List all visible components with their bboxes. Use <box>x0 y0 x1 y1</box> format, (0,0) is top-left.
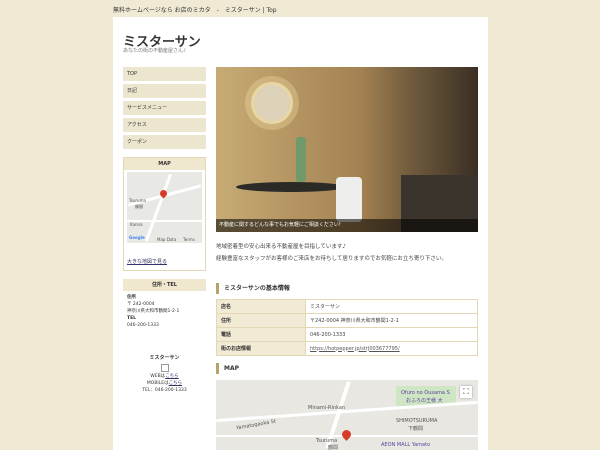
site-tagline: あなたの街の不動産屋さん♪ <box>123 48 187 54</box>
tel-text: 046-200-1333 <box>127 323 159 328</box>
map-label-shimotsuruma: SHIMOTSURUMA <box>396 418 438 424</box>
main-map-pin-icon <box>340 428 353 441</box>
basic-info-table: 店名 ミスターサン 住所 〒242-0004 神奈川県大和市鶴間1-2-1 電話… <box>216 299 478 356</box>
info-key-address: 住所 <box>216 313 306 328</box>
mobile-prefix: MOBILEは <box>146 380 169 386</box>
page-container: ミスターサン あなたの街の不動産屋さん♪ TOP 日記 サービスメニュー アクセ… <box>113 17 488 450</box>
intro-text: 地域密着型の安心出来る不動産屋を目指しています♪ 経験豊富なスタッフがお客様のご… <box>216 241 478 265</box>
sidebar-address-box: 住所・TEL 住所 〒 242-0004 神奈川県大和市鶴間1-2-1 TEL … <box>123 279 206 361</box>
map-heading: MAP <box>216 363 478 374</box>
nav-item-service-menu[interactable]: サービスメニュー <box>123 101 206 115</box>
hero-caption: 不動産に関するどんな事でもお気軽にご相談ください! <box>216 219 478 232</box>
table-row: 電話 046-200-1333 <box>216 327 478 342</box>
side-nav: TOP 日記 サービスメニュー アクセス クーポン <box>123 67 206 152</box>
address-zip: 〒 242-0004 <box>127 302 155 307</box>
info-value-shop-info: https://hotpepper.jp/strJ003677795/ <box>305 341 478 356</box>
map-terms-link[interactable]: Terms <box>183 237 195 242</box>
sidebar-map-street: Kanna <box>130 222 143 227</box>
info-key-phone: 電話 <box>216 327 306 342</box>
qr-image-icon <box>160 364 169 372</box>
info-value-address: 〒242-0004 神奈川県大和市鶴間1-2-1 <box>305 313 478 328</box>
sidebar-map-title: MAP <box>124 158 205 170</box>
sidebar-map[interactable]: Tsuruma 鶴間 Kanna Google Map Data Terms <box>127 172 202 243</box>
top-bar: 無料ホームページなら お店のミカタ - ミスターサン | Top <box>0 0 600 16</box>
sidebar-map-box: MAP Tsuruma 鶴間 Kanna Google Map Data Ter… <box>123 157 206 271</box>
sidebar-map-place: Tsuruma <box>129 198 146 203</box>
map-poi-ofuro: Ofuro no Ousama S <box>401 390 450 396</box>
info-key-shop: 店名 <box>216 299 306 314</box>
sidebar-shop-box: ミスターサン WEBはこちら MOBILEはこちら TEL：046-200-13… <box>123 352 206 420</box>
sidebar-shop-title: ミスターサン <box>149 355 180 361</box>
map-poi-aeon: AEON MALL Yamato <box>381 442 431 448</box>
mobile-link[interactable]: こちら <box>169 381 183 386</box>
info-value-phone: 046-200-1333 <box>305 327 478 342</box>
intro-line-1: 地域密着型の安心出来る不動産屋を目指しています♪ <box>216 244 346 250</box>
sunburst-mirror-icon <box>251 82 293 124</box>
table-row: 店名 ミスターサン <box>216 299 478 314</box>
address-label: 住所 <box>127 295 136 300</box>
nav-item-access[interactable]: アクセス <box>123 118 206 132</box>
nav-item-top[interactable]: TOP <box>123 67 206 81</box>
map-label-tsuruma-jp: 鶴間 <box>328 445 339 450</box>
table-row: 街のお店情報 https://hotpepper.jp/strJ00367779… <box>216 341 478 356</box>
map-label-minami-rinkan: Minami-Rinkan <box>308 405 346 411</box>
intro-line-2: 経験豊富なスタッフがお客様のご来店をお待ちして居りますのでお気軽にお立ち寄り下さ… <box>216 256 447 262</box>
info-value-shop: ミスターサン <box>305 299 478 314</box>
web-prefix: WEBは <box>150 373 166 379</box>
map-label-street: Yamatogaoka St <box>235 418 277 432</box>
tel-label: TEL <box>127 316 137 321</box>
info-key-shop-info: 街のお店情報 <box>216 341 306 356</box>
table-row: 住所 〒242-0004 神奈川県大和市鶴間1-2-1 <box>216 313 478 328</box>
large-map-link[interactable]: 大きな地図で見る <box>127 258 167 265</box>
main-map[interactable]: Minami-Rinkan SHIMOTSURUMA 下鶴間 Yamatogao… <box>216 380 478 450</box>
shop-tel: TEL：046-200-1333 <box>142 387 187 393</box>
map-poi-ofuro-jp: おふろの王様 大 <box>406 398 443 404</box>
nav-item-diary[interactable]: 日記 <box>123 84 206 98</box>
address-text: 神奈川県大和市鶴間1-2-1 <box>127 309 180 314</box>
sidebar-address-title: 住所・TEL <box>123 279 206 291</box>
shop-info-link[interactable]: https://hotpepper.jp/strJ003677795/ <box>310 346 400 352</box>
map-data-text: Map Data <box>157 237 177 242</box>
fullscreen-icon[interactable]: ⛶ <box>460 386 472 398</box>
google-logo: Google <box>129 235 145 240</box>
basic-info-heading: ミスターサンの基本情報 <box>216 283 478 294</box>
nav-item-coupon[interactable]: クーポン <box>123 135 206 149</box>
sidebar-map-place-jp: 鶴間 <box>135 204 143 209</box>
hero-image: 不動産に関するどんな事でもお気軽にご相談ください! <box>216 67 478 232</box>
map-label-shimotsuruma-jp: 下鶴間 <box>408 426 424 432</box>
top-bar-text: 無料ホームページなら お店のミカタ - ミスターサン | Top <box>113 7 277 14</box>
web-link[interactable]: こちら <box>165 374 179 379</box>
